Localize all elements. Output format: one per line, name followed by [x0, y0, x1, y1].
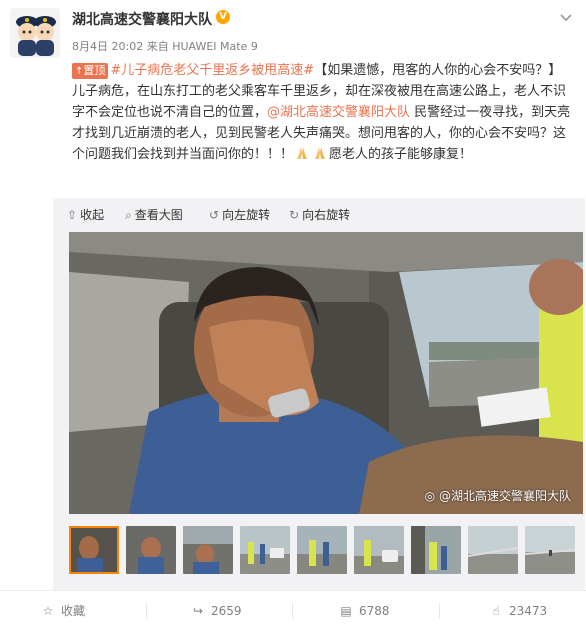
thumbnail-7[interactable] — [411, 526, 461, 574]
rotate-right-button[interactable]: ↻ 向右旋转 — [289, 206, 350, 223]
favorite-button[interactable]: ☆ 收藏 — [40, 591, 85, 631]
thumbnail-6[interactable] — [354, 526, 404, 574]
source-prefix: 来自 — [146, 40, 169, 53]
repost-button[interactable]: ↪ 2659 — [190, 591, 242, 631]
divider — [439, 603, 440, 619]
search-icon: ⌕ — [125, 208, 132, 222]
verified-badge-icon: V — [216, 10, 230, 24]
rotate-left-button[interactable]: ↺ 向左旋转 — [209, 206, 270, 223]
pinned-badge: ↑置顶 — [72, 63, 109, 79]
thumbnail-2[interactable] — [126, 526, 176, 574]
comment-button[interactable]: ▤ 6788 — [338, 591, 389, 631]
thumbnail-3[interactable] — [183, 526, 233, 574]
hashtag-link[interactable]: #儿子病危老父千里返乡被甩高速# — [110, 63, 314, 78]
author-name[interactable]: 湖北高速交警襄阳大队 — [72, 9, 212, 29]
comment-icon: ▤ — [340, 604, 352, 618]
photo-crying-man-image — [69, 232, 583, 514]
repost-icon: ↪ — [192, 604, 204, 618]
like-button[interactable]: ☝ 23473 — [488, 591, 547, 631]
photo-watermark: ◎ @湖北高速交警襄阳大队 — [424, 489, 571, 503]
view-large-button[interactable]: ⌕ 查看大图 — [125, 206, 183, 223]
rotate-left-icon: ↺ — [209, 208, 220, 222]
author-avatar[interactable] — [10, 8, 60, 58]
chevron-down-icon[interactable] — [558, 10, 574, 26]
post-text: ↑置顶 #儿子病危老父千里返乡被甩高速#【如果遗憾，甩客的人你的心会不安吗？】儿… — [72, 60, 572, 165]
post-meta: 8月4日 20:02 来自 HUAWEI Mate 9 — [72, 38, 258, 54]
thumbnail-5[interactable] — [297, 526, 347, 574]
media-expanded-panel: ⇧ 收起 ⌕ 查看大图 ↺ 向左旋转 ↻ 向右旋转 ◎ @湖北高速交警襄阳大队 — [53, 198, 585, 590]
divider — [146, 603, 147, 619]
mention-link[interactable]: @湖北高速交警襄阳大队 — [267, 105, 410, 120]
weibo-logo-icon: ◎ — [424, 489, 436, 503]
thumbnail-1[interactable] — [69, 526, 119, 574]
thumbnail-9[interactable] — [525, 526, 575, 574]
rotate-right-icon: ↻ — [289, 208, 300, 222]
divider — [292, 603, 293, 619]
police-cartoon-icon — [10, 8, 60, 58]
thumbnail-8[interactable] — [468, 526, 518, 574]
thumbs-up-icon: ☝ — [492, 604, 500, 618]
collapse-arrow-icon: ⇧ — [67, 208, 78, 222]
post-header: 湖北高速交警襄阳大队 V 8月4日 20:02 来自 HUAWEI Mate 9 — [0, 0, 586, 58]
post-text-part3: 愿老人的孩子能够康复！ — [329, 147, 473, 162]
post-source: HUAWEI Mate 9 — [172, 40, 258, 53]
collapse-button[interactable]: ⇧ 收起 — [67, 206, 104, 223]
star-icon: ☆ — [42, 604, 54, 618]
thumbnail-4[interactable] — [240, 526, 290, 574]
main-photo[interactable]: ◎ @湖北高速交警襄阳大队 — [69, 232, 583, 514]
pray-emoji-icon — [297, 147, 308, 159]
pray-emoji-icon — [315, 147, 326, 159]
action-bar: ☆ 收藏 ↪ 2659 ▤ 6788 ☝ 23473 — [0, 590, 586, 631]
post-time[interactable]: 8月4日 20:02 — [72, 40, 143, 53]
